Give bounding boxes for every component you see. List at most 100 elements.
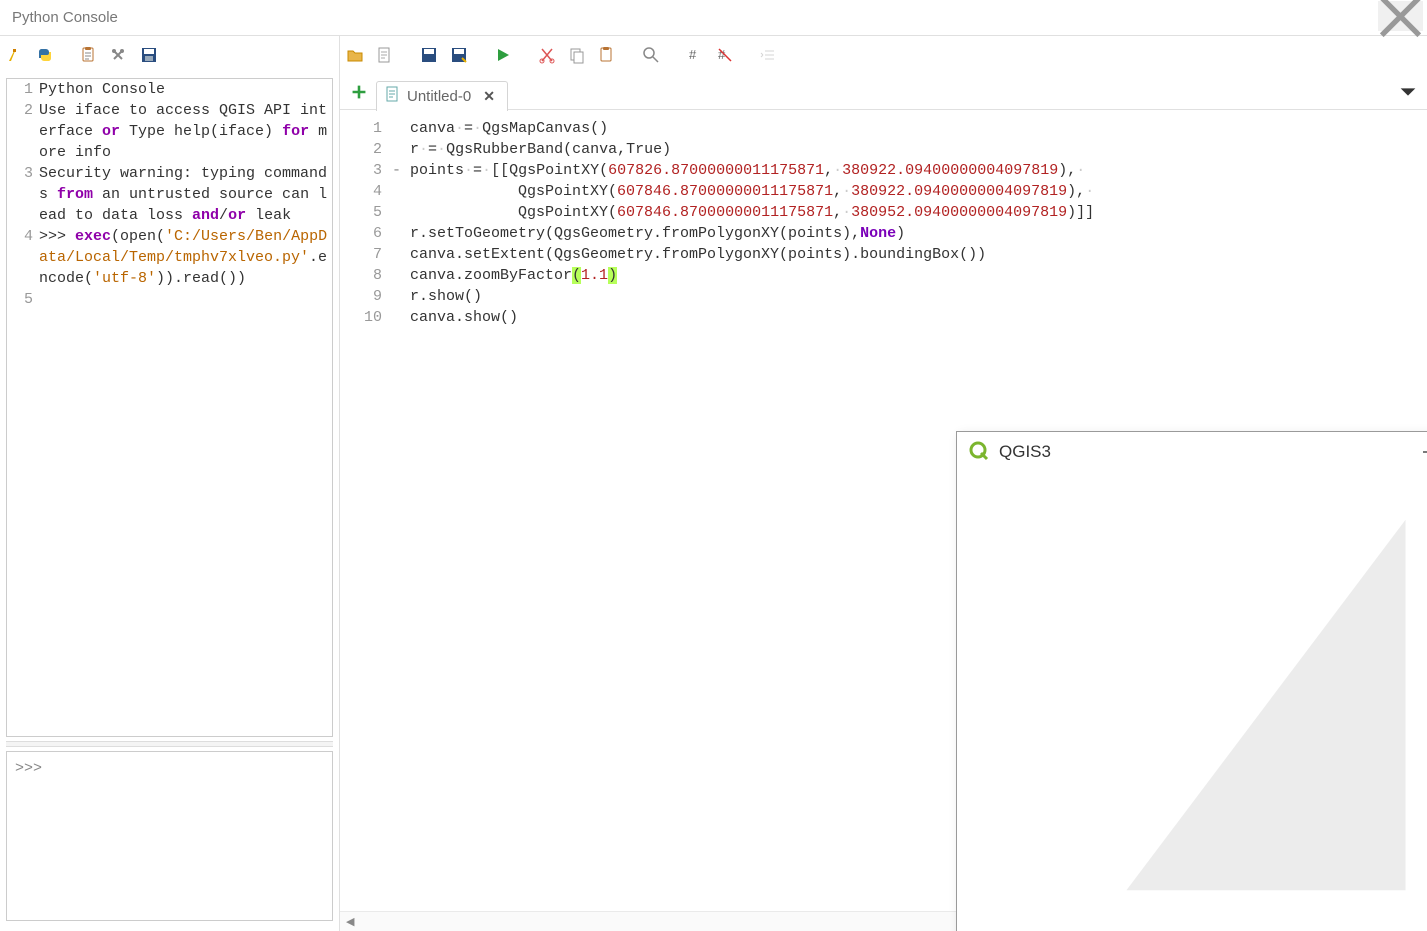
fold-marker bbox=[392, 223, 410, 244]
line-number: 2 bbox=[340, 139, 392, 160]
line-number: 10 bbox=[340, 307, 392, 328]
line-number: 8 bbox=[340, 265, 392, 286]
code-text: canva.zoomByFactor(1.1) bbox=[410, 265, 1427, 286]
line-number: 5 bbox=[340, 202, 392, 223]
line-number: 4 bbox=[340, 181, 392, 202]
line-text bbox=[37, 289, 332, 310]
file-icon bbox=[385, 86, 401, 106]
uncomment-icon[interactable]: # bbox=[714, 44, 736, 66]
line-number: 3 bbox=[7, 163, 37, 226]
console-pane: 1Python Console2Use iface to access QGIS… bbox=[0, 36, 340, 931]
fold-marker[interactable]: - bbox=[392, 160, 410, 181]
plus-icon bbox=[350, 83, 368, 101]
line-text: Use iface to access QGIS API interface o… bbox=[37, 100, 332, 163]
line-number: 1 bbox=[340, 118, 392, 139]
paste-code-icon[interactable] bbox=[596, 44, 618, 66]
tab-untitled-0[interactable]: Untitled-0 ✕ bbox=[376, 81, 508, 111]
console-prompt: >>> bbox=[15, 760, 42, 777]
fold-marker bbox=[392, 265, 410, 286]
copy-icon[interactable] bbox=[566, 44, 588, 66]
editor-line: 6 r.setToGeometry(QgsGeometry.fromPolygon… bbox=[340, 223, 1427, 244]
qgis-icon bbox=[969, 441, 989, 464]
svg-text:#: # bbox=[689, 47, 697, 62]
line-text: Security warning: typing commands from a… bbox=[37, 163, 332, 226]
line-number: 4 bbox=[7, 226, 37, 289]
editor-line: 1 canva·=·QgsMapCanvas() bbox=[340, 118, 1427, 139]
window-titlebar: Python Console bbox=[0, 0, 1427, 36]
python-icon[interactable] bbox=[34, 44, 56, 66]
code-text: canva.setExtent(QgsGeometry.fromPolygonX… bbox=[410, 244, 1427, 265]
fold-marker bbox=[392, 181, 410, 202]
console-output[interactable]: 1Python Console2Use iface to access QGIS… bbox=[6, 78, 333, 737]
console-line: 3Security warning: typing commands from … bbox=[7, 163, 332, 226]
line-number: 3 bbox=[340, 160, 392, 181]
line-text: >>> exec(open('C:/Users/Ben/AppData/Loca… bbox=[37, 226, 332, 289]
run-icon[interactable] bbox=[492, 44, 514, 66]
editor-line: 2 r·=·QgsRubberBand(canva,True) bbox=[340, 139, 1427, 160]
clear-icon[interactable] bbox=[4, 44, 26, 66]
child-window-title: QGIS3 bbox=[999, 442, 1051, 462]
child-minimize-button[interactable] bbox=[1405, 437, 1427, 467]
fold-marker bbox=[392, 139, 410, 160]
console-line: 1Python Console bbox=[7, 79, 332, 100]
fold-marker bbox=[392, 244, 410, 265]
code-text: canva·=·QgsMapCanvas() bbox=[410, 118, 1427, 139]
code-text: canva.show() bbox=[410, 307, 1427, 328]
child-window-titlebar[interactable]: QGIS3 bbox=[957, 432, 1427, 472]
pane-splitter[interactable] bbox=[6, 741, 333, 747]
editor-line: 10 canva.show() bbox=[340, 307, 1427, 328]
scroll-left-icon[interactable]: ◀ bbox=[346, 915, 354, 928]
line-number: 5 bbox=[7, 289, 37, 310]
code-text: r·=·QgsRubberBand(canva,True) bbox=[410, 139, 1427, 160]
comment-icon[interactable]: # bbox=[684, 44, 706, 66]
line-number: 1 bbox=[7, 79, 37, 100]
line-text: Python Console bbox=[37, 79, 332, 100]
code-text: r.setToGeometry(QgsGeometry.fromPolygonX… bbox=[410, 223, 1427, 244]
console-line: 5 bbox=[7, 289, 332, 310]
tab-overflow-icon[interactable] bbox=[1397, 81, 1419, 103]
map-canvas[interactable] bbox=[957, 472, 1427, 931]
open-file-icon[interactable] bbox=[344, 44, 366, 66]
code-editor-area: 1 canva·=·QgsMapCanvas() 2 r·=·QgsRubberBan… bbox=[340, 110, 1427, 931]
settings-icon[interactable] bbox=[108, 44, 130, 66]
add-tab-button[interactable] bbox=[350, 83, 368, 101]
line-number: 6 bbox=[340, 223, 392, 244]
editor-line: 5 QgsPointXY(607846.87000000011175871,·3… bbox=[340, 202, 1427, 223]
line-number: 7 bbox=[340, 244, 392, 265]
code-text: points·=·[[QgsPointXY(607826.87000000011… bbox=[410, 160, 1427, 181]
fold-marker bbox=[392, 202, 410, 223]
save-file-icon[interactable] bbox=[418, 44, 440, 66]
save-as-icon[interactable] bbox=[448, 44, 470, 66]
console-line: 4>>> exec(open('C:/Users/Ben/AppData/Loc… bbox=[7, 226, 332, 289]
tab-label: Untitled-0 bbox=[407, 88, 471, 105]
window-close-button[interactable] bbox=[1378, 1, 1423, 31]
line-number: 2 bbox=[7, 100, 37, 163]
editor-toolbar: # # bbox=[340, 36, 1427, 74]
paste-icon[interactable] bbox=[78, 44, 100, 66]
console-input[interactable]: >>> bbox=[6, 751, 333, 921]
save-icon[interactable] bbox=[138, 44, 160, 66]
cut-icon[interactable] bbox=[536, 44, 558, 66]
window-title: Python Console bbox=[12, 9, 118, 26]
close-icon bbox=[1378, 0, 1423, 39]
qgis-child-window[interactable]: QGIS3 bbox=[956, 431, 1427, 931]
editor-pane: # # Untitled-0 ✕ 1 canva·=·QgsMapCanvas()… bbox=[340, 36, 1427, 931]
console-line: 2Use iface to access QGIS API interface … bbox=[7, 100, 332, 163]
close-tab-icon[interactable]: ✕ bbox=[483, 88, 495, 105]
fold-marker bbox=[392, 118, 410, 139]
minimize-icon bbox=[1422, 446, 1427, 458]
outdent-icon[interactable] bbox=[758, 44, 780, 66]
editor-line: 8 canva.zoomByFactor(1.1) bbox=[340, 265, 1427, 286]
editor-line: 7 canva.setExtent(QgsGeometry.fromPolygon… bbox=[340, 244, 1427, 265]
fold-marker bbox=[392, 286, 410, 307]
search-icon[interactable] bbox=[640, 44, 662, 66]
code-text: QgsPointXY(607846.87000000011175871,·380… bbox=[410, 181, 1427, 202]
console-toolbar bbox=[0, 36, 339, 74]
editor-line: 4 QgsPointXY(607846.87000000011175871,·3… bbox=[340, 181, 1427, 202]
code-text: QgsPointXY(607846.87000000011175871,·380… bbox=[410, 202, 1427, 223]
line-number: 9 bbox=[340, 286, 392, 307]
code-text: r.show() bbox=[410, 286, 1427, 307]
editor-line: 9 r.show() bbox=[340, 286, 1427, 307]
new-file-icon[interactable] bbox=[374, 44, 396, 66]
editor-tabbar: Untitled-0 ✕ bbox=[340, 74, 1427, 110]
